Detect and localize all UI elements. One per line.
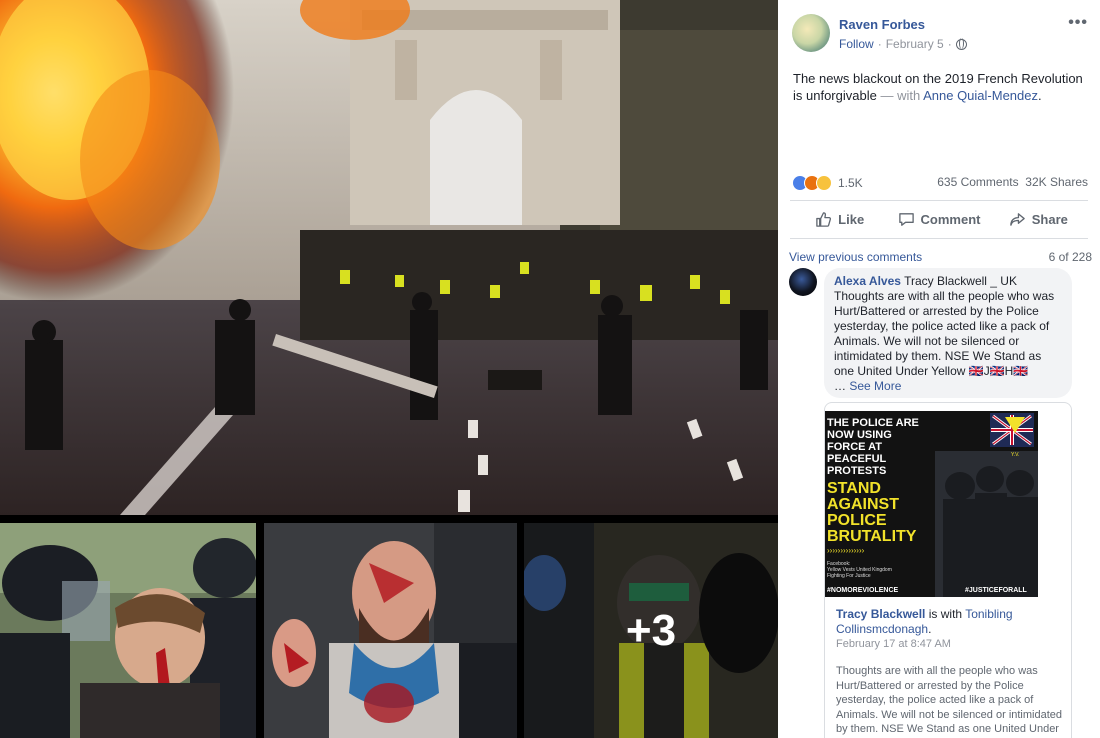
tagged-suffix: . <box>1038 88 1042 103</box>
injured-protester-image-1 <box>0 523 256 738</box>
shared-author-name[interactable]: Tracy Blackwell <box>836 607 925 621</box>
author-avatar[interactable] <box>792 14 830 52</box>
meta-separator: · <box>877 37 882 51</box>
poster-headline-1: STAND <box>827 480 881 497</box>
shared-post-card[interactable]: Y.V. THE POLICE ARE NOW USING FORCE AT P… <box>824 402 1072 738</box>
speech-bubble-icon <box>898 212 914 226</box>
poster-line-1: THE POLICE ARE <box>827 417 919 429</box>
post-actions: Like Comment Share <box>790 204 1088 234</box>
divider-bottom <box>790 238 1088 239</box>
shared-post-image[interactable]: Y.V. THE POLICE ARE NOW USING FORCE AT P… <box>825 411 1038 597</box>
thumbnail-photo-1[interactable] <box>0 523 256 738</box>
more-options-icon[interactable]: ••• <box>1068 14 1088 32</box>
reaction-count: 1.5K <box>838 176 863 190</box>
post-author-name[interactable]: Raven Forbes <box>839 17 925 32</box>
poster-line-2: NOW USING <box>827 429 892 441</box>
comment-text: Tracy Blackwell _ UK Thoughts are with a… <box>834 274 1055 378</box>
poster-line-3: FORCE AT <box>827 441 882 453</box>
more-photos-overlay[interactable]: +3 <box>524 523 778 738</box>
like-button[interactable]: Like <box>790 204 889 234</box>
tagged-user-link[interactable]: Anne Quial-Mendez <box>923 88 1038 103</box>
share-count-link[interactable]: 32K Shares <box>1025 175 1088 189</box>
globe-icon <box>955 38 967 50</box>
share-label: Share <box>1031 211 1068 227</box>
comments-section: View previous comments 6 of 228 Alexa Al… <box>778 240 1100 738</box>
thumbnail-photo-2[interactable] <box>264 523 517 738</box>
post-stats: 1.5K 635 Comments 32K Shares <box>792 175 1088 193</box>
shared-post-header: Tracy Blackwell is with Tonibling Collin… <box>836 607 1066 637</box>
shared-post-text: Thoughts are with all the people who was… <box>836 665 1063 735</box>
comment-ellipsis: … <box>834 379 846 393</box>
poster-hashtag-right: #JUSTICEFORALL <box>965 587 1028 594</box>
police-brutality-poster: Y.V. THE POLICE ARE NOW USING FORCE AT P… <box>825 411 1038 597</box>
view-previous-comments-link[interactable]: View previous comments <box>789 250 922 264</box>
poster-badge-text: Y.V. <box>1011 452 1019 458</box>
photo-grid: +3 <box>0 0 778 738</box>
comments-count: 6 of 228 <box>1048 250 1092 264</box>
injured-protester-image-2 <box>264 523 517 738</box>
comment-count-link[interactable]: 635 Comments <box>937 175 1018 189</box>
like-label: Like <box>838 211 865 227</box>
poster-headline-3: POLICE <box>827 512 887 529</box>
wow-reaction-icon <box>816 175 832 191</box>
comment-button[interactable]: Comment <box>889 204 988 234</box>
post-meta: Follow · February 5 · <box>839 37 967 51</box>
post-header: Raven Forbes Follow · February 5 · ••• <box>778 0 1100 60</box>
share-button[interactable]: Share <box>989 204 1088 234</box>
poster-headline-4: BRUTALITY <box>827 528 917 545</box>
with-label: — with <box>880 88 921 103</box>
commenter-name[interactable]: Alexa Alves <box>834 274 901 288</box>
poster-small-3: Fighting For Justice <box>827 573 871 579</box>
post-panel: Raven Forbes Follow · February 5 · ••• T… <box>778 0 1100 738</box>
commenter-avatar[interactable] <box>789 268 817 296</box>
thumbnail-photo-3[interactable]: +3 <box>524 523 778 738</box>
main-photo[interactable] <box>0 0 778 515</box>
see-more-link[interactable]: See More <box>849 379 901 393</box>
reactions-summary[interactable]: 1.5K <box>792 175 863 191</box>
poster-headline-2: AGAINST <box>827 496 899 513</box>
thumbs-up-icon <box>816 211 832 227</box>
divider-top <box>790 200 1088 201</box>
post-text: The news blackout on the 2019 French Rev… <box>793 70 1093 104</box>
riot-scene-image <box>0 0 778 515</box>
poster-arrows: ›››››››››››››› <box>827 546 865 555</box>
stats-right: 635 Comments 32K Shares <box>937 175 1088 189</box>
shared-is-with: is with <box>928 607 963 621</box>
post-date[interactable]: February 5 <box>886 37 944 51</box>
comment-bubble: Alexa Alves Tracy Blackwell _ UK Thought… <box>824 268 1072 398</box>
shared-post-date[interactable]: February 17 at 8:47 AM <box>836 638 951 650</box>
follow-link[interactable]: Follow <box>839 37 874 51</box>
poster-line-4: PEACEFUL <box>827 453 887 465</box>
meta-separator-2: · <box>947 37 952 51</box>
poster-hashtag-left: #NOMOREVIOLENCE <box>827 587 899 594</box>
share-arrow-icon <box>1009 212 1025 226</box>
comment-label: Comment <box>920 211 981 227</box>
shared-tagged-suffix: . <box>928 622 932 636</box>
poster-line-5: PROTESTS <box>827 465 886 477</box>
